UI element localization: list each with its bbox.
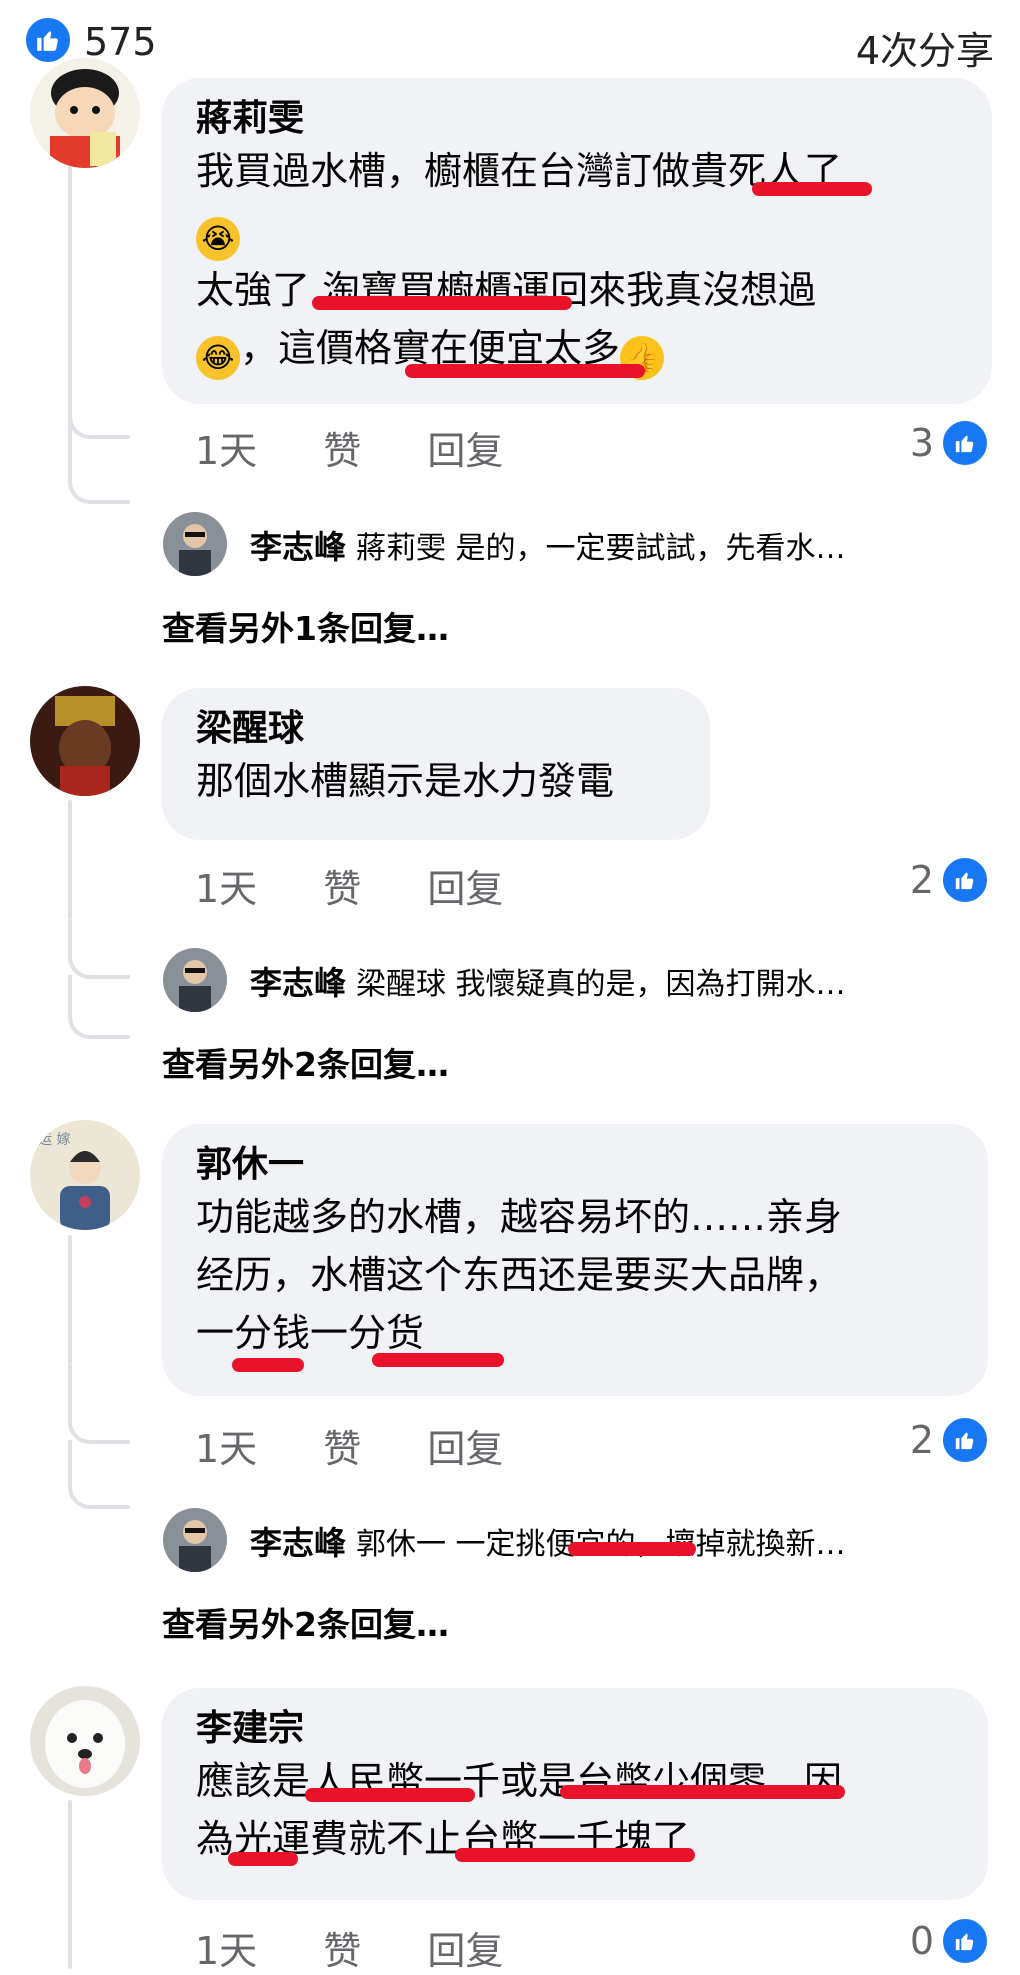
redaction-mark <box>752 182 872 196</box>
reply-author[interactable]: 李志峰 <box>250 1524 346 1562</box>
redaction-mark <box>228 1852 298 1866</box>
comment-reaction-count[interactable]: 3 <box>910 418 990 468</box>
comment-bubble[interactable]: 郭休一 功能越多的水槽，越容易坏的……亲身 经历，水槽这个东西还是要买大品牌， … <box>162 1124 988 1396</box>
reply-text: 蔣莉雯 是的，一定要試試，先看水… <box>356 531 846 566</box>
reply-text: 梁醒球 我懷疑真的是，因為打開水… <box>356 967 846 1002</box>
like-button[interactable]: 赞 <box>323 420 361 475</box>
reply-preview[interactable]: 李志峰郭休一 一定挑便宜的，壞掉就換新… <box>250 1518 990 1564</box>
redaction-mark <box>455 1848 695 1862</box>
comment-actions: 1天 赞 回复 <box>195 858 557 913</box>
reply-preview[interactable]: 李志峰 梁醒球 我懷疑真的是，因為打開水… <box>250 958 990 1004</box>
redaction-mark <box>372 1353 504 1367</box>
reply-button[interactable]: 回复 <box>427 1418 503 1473</box>
thread-line <box>68 1800 72 1969</box>
comment-reaction-count[interactable]: 0 <box>910 1916 990 1966</box>
reply-button[interactable]: 回复 <box>427 858 503 913</box>
comment-bubble[interactable]: 梁醒球 那個水槽顯示是水力發電 <box>162 688 710 840</box>
avatar[interactable] <box>30 686 140 796</box>
reply-avatar[interactable] <box>163 1508 227 1572</box>
thread-connector <box>68 380 130 439</box>
view-more-replies[interactable]: 查看另外2条回复… <box>162 1038 449 1086</box>
thread-connector <box>68 1365 130 1444</box>
thread-connector <box>68 920 130 979</box>
reaction-count[interactable]: 575 <box>84 20 157 64</box>
comment-author[interactable]: 梁醒球 <box>196 706 676 752</box>
reply-author[interactable]: 李志峰 <box>250 964 346 1002</box>
comment-text: 那個水槽顯示是水力發電 <box>196 759 615 803</box>
reactions-summary-bar: 575 4次分享 <box>0 0 1020 90</box>
thumbs-up-icon <box>940 1916 990 1966</box>
thumbs-up-icon[interactable] <box>26 18 70 62</box>
like-button[interactable]: 赞 <box>323 1920 361 1975</box>
comment-text: 我買過水槽，櫥櫃在台灣訂做貴死人了 😭 太強了 淘寶買櫥櫃運回來我真沒想過 😂，… <box>196 142 958 380</box>
crying-emoji: 😭 <box>196 217 240 261</box>
reply-avatar[interactable] <box>163 512 227 576</box>
thread-line <box>68 1235 72 1365</box>
reply-button[interactable]: 回复 <box>427 420 503 475</box>
comment-actions: 1天 赞 回复 <box>195 420 557 475</box>
thumbs-up-icon <box>940 418 990 468</box>
thumbs-up-icon <box>940 1415 990 1465</box>
thread-connector <box>68 440 130 504</box>
reply-author[interactable]: 李志峰 <box>250 528 346 566</box>
comment-actions: 1天 赞 回复 <box>195 1418 557 1473</box>
thumbs-up-icon <box>940 855 990 905</box>
share-count[interactable]: 4次分享 <box>856 20 994 75</box>
redaction-mark <box>560 1785 845 1799</box>
redaction-mark <box>568 1542 696 1556</box>
reply-preview[interactable]: 李志峰 蔣莉雯 是的，一定要試試，先看水… <box>250 522 990 568</box>
thread-connector <box>68 1440 130 1509</box>
avatar[interactable] <box>30 1686 140 1796</box>
avatar[interactable]: 运 嫁 <box>30 1120 140 1230</box>
comment-text: 功能越多的水槽，越容易坏的……亲身 经历，水槽这个东西还是要买大品牌， 一分钱一… <box>196 1195 843 1355</box>
laughing-emoji: 😂 <box>196 336 240 380</box>
comment-bubble[interactable]: 蔣莉雯 我買過水槽，櫥櫃在台灣訂做貴死人了 😭 太強了 淘寶買櫥櫃運回來我真沒想… <box>162 78 992 404</box>
like-button[interactable]: 赞 <box>323 858 361 913</box>
comment-author[interactable]: 郭休一 <box>196 1142 954 1188</box>
comment-author[interactable]: 蔣莉雯 <box>196 96 958 142</box>
redaction-mark <box>312 296 572 310</box>
avatar[interactable] <box>30 58 140 168</box>
comment-actions: 1天 赞 回复 <box>195 1920 557 1975</box>
thread-line <box>68 800 72 920</box>
svg-text:运 嫁: 运 嫁 <box>38 1132 70 1148</box>
reply-avatar[interactable] <box>163 948 227 1012</box>
view-more-replies[interactable]: 查看另外1条回复… <box>162 602 449 650</box>
thread-connector <box>68 975 130 1039</box>
comment-time: 1天 <box>195 867 258 911</box>
comment-time: 1天 <box>195 1929 258 1973</box>
comment-reaction-count[interactable]: 2 <box>910 855 990 905</box>
redaction-mark <box>232 1358 304 1372</box>
comment-author[interactable]: 李建宗 <box>196 1706 954 1752</box>
thread-line <box>68 150 72 480</box>
redaction-mark <box>305 1788 475 1802</box>
redaction-mark <box>405 364 645 378</box>
comment-reaction-count[interactable]: 2 <box>910 1415 990 1465</box>
reply-button[interactable]: 回复 <box>427 1920 503 1975</box>
view-more-replies[interactable]: 查看另外2条回复… <box>162 1598 449 1646</box>
comment-time: 1天 <box>195 429 258 473</box>
like-button[interactable]: 赞 <box>323 1418 361 1473</box>
comment-time: 1天 <box>195 1427 258 1471</box>
